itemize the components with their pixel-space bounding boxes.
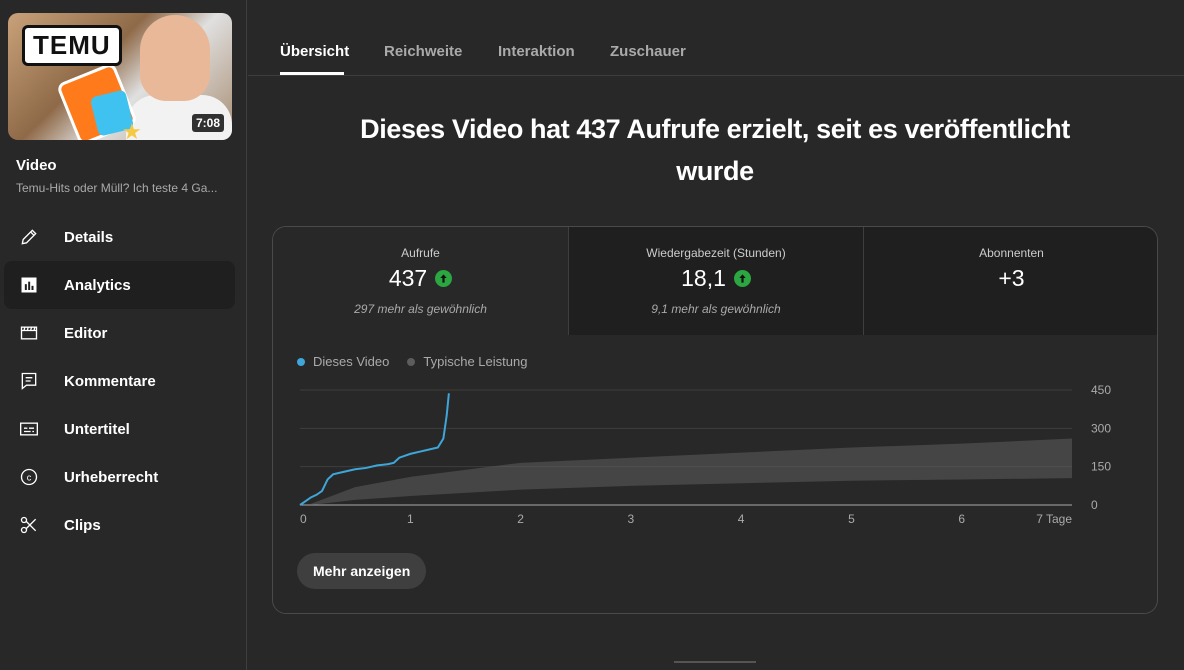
tab-zuschauer[interactable]: Zuschauer (610, 43, 686, 60)
metric-value: 18,1 (681, 265, 726, 291)
legend-dot-icon (407, 357, 416, 366)
video-thumbnail[interactable]: TEMU ★ 7:08 (8, 13, 232, 140)
sidebar-item-label: Urheberrecht (64, 468, 159, 486)
x-tick-label: 7 Tage (1036, 512, 1072, 526)
comment-icon (18, 370, 40, 392)
copyright-icon: c (18, 466, 40, 488)
sidebar-item-label: Details (64, 228, 114, 246)
sidebar-item-label: Analytics (64, 276, 131, 294)
sidebar-item-editor[interactable]: Editor (4, 309, 235, 357)
clapperboard-icon (18, 322, 40, 344)
analytics-icon (18, 274, 40, 296)
svg-text:c: c (27, 472, 32, 482)
sidebar-item-label: Editor (64, 324, 108, 342)
thumbnail-person-face (140, 15, 210, 101)
y-tick-label: 450 (1091, 383, 1111, 397)
sidebar-item-untertitel[interactable]: Untertitel (4, 405, 235, 453)
metric-note: 297 mehr als gewöhnlich (354, 302, 487, 316)
metric-label: Abonnenten (979, 246, 1044, 260)
metrics-card: Aufrufe 437 297 mehr als gewöhnlich Wied… (272, 226, 1158, 614)
y-tick-label: 150 (1091, 460, 1111, 474)
star-icon: ★ (122, 119, 142, 141)
bottom-divider (674, 661, 756, 663)
metric-label: Aufrufe (401, 246, 440, 260)
legend-item-typical: Typische Leistung (407, 354, 527, 369)
metric-abonnenten[interactable]: Abonnenten +3 (863, 227, 1157, 335)
active-tab-indicator (280, 72, 344, 75)
x-tick-label: 6 (958, 512, 965, 526)
thumbnail-badge: TEMU (22, 25, 122, 66)
x-tick-label: 3 (628, 512, 635, 526)
main-content: Übersicht Reichweite Interaktion Zuschau… (248, 0, 1184, 670)
chart-legend: Dieses Video Typische Leistung (297, 354, 527, 369)
tab-uebersicht[interactable]: Übersicht (280, 43, 349, 60)
tab-reichweite[interactable]: Reichweite (384, 43, 462, 60)
sidebar-item-details[interactable]: Details (4, 213, 235, 261)
sidebar-item-kommentare[interactable]: Kommentare (4, 357, 235, 405)
video-duration: 7:08 (191, 114, 224, 132)
sidebar-item-clips[interactable]: Clips (4, 501, 235, 549)
scissors-icon (18, 514, 40, 536)
metric-label: Wiedergabezeit (Stunden) (646, 246, 786, 260)
sidebar: TEMU ★ 7:08 Video Temu-Hits oder Müll? I… (0, 0, 247, 670)
y-tick-label: 0 (1091, 498, 1098, 512)
video-title: Temu-Hits oder Müll? Ich teste 4 Ga... (16, 181, 218, 195)
show-more-button[interactable]: Mehr anzeigen (297, 553, 427, 589)
y-tick-label: 300 (1091, 421, 1111, 435)
x-tick-label: 2 (517, 512, 524, 526)
x-tick-label: 5 (848, 512, 855, 526)
arrow-up-icon (435, 270, 453, 287)
page-headline: Dieses Video hat 437 Aufrufe erzielt, se… (360, 114, 1070, 186)
typical-performance-band (311, 438, 1072, 505)
sidebar-item-label: Untertitel (64, 420, 130, 438)
metric-aufrufe[interactable]: Aufrufe 437 297 mehr als gewöhnlich (273, 227, 568, 335)
sidebar-item-label: Kommentare (64, 372, 156, 390)
metric-value: +3 (998, 265, 1025, 291)
video-section-label: Video (16, 157, 57, 174)
tab-bar: Übersicht Reichweite Interaktion Zuschau… (248, 0, 1184, 76)
sidebar-item-label: Clips (64, 516, 101, 534)
tab-interaktion[interactable]: Interaktion (498, 43, 575, 60)
metric-value: 437 (388, 265, 428, 291)
legend-dot-icon (297, 357, 305, 366)
subtitles-icon (18, 418, 40, 440)
pencil-icon (18, 226, 40, 248)
x-tick-label: 1 (407, 512, 414, 526)
views-chart[interactable]: 450 300 150 0 0 1 2 3 4 5 6 7 Tage (273, 375, 1157, 535)
sidebar-item-analytics[interactable]: Analytics (4, 261, 235, 309)
metric-wiedergabezeit[interactable]: Wiedergabezeit (Stunden) 18,1 9,1 mehr a… (568, 227, 863, 335)
arrow-up-icon (733, 270, 751, 287)
metric-note: 9,1 mehr als gewöhnlich (651, 302, 781, 316)
x-tick-label: 4 (738, 512, 745, 526)
legend-item-this-video: Dieses Video (297, 354, 389, 369)
x-tick-label: 0 (300, 512, 307, 526)
sidebar-item-urheberrecht[interactable]: c Urheberrecht (4, 453, 235, 501)
